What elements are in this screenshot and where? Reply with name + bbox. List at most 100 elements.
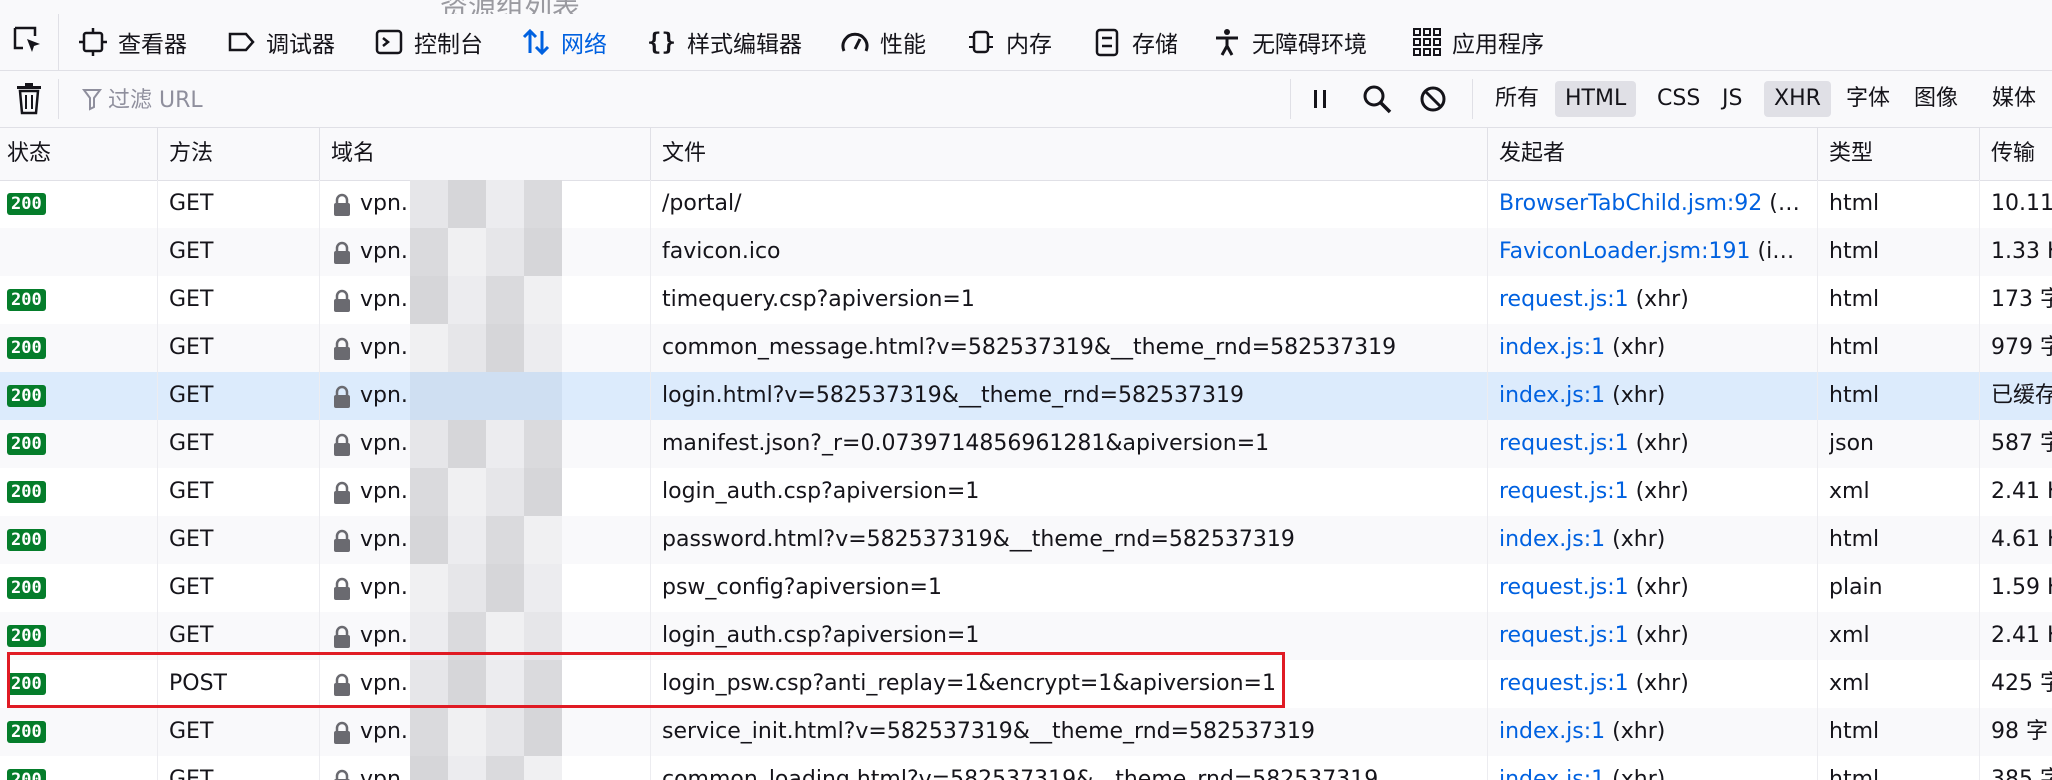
memory-icon bbox=[969, 30, 993, 54]
tab-label: 查看器 bbox=[118, 32, 187, 58]
tab-storage[interactable]: 存储 bbox=[1092, 14, 1178, 70]
devtools-tab-bar: 查看器 调试器 控制台 网络 {} 样式编辑器 性能 内存 存储 无障碍环境 应用程序 bbox=[0, 14, 2052, 71]
tab-console[interactable]: 控制台 bbox=[374, 14, 483, 70]
tab-network[interactable]: 网络 bbox=[521, 14, 607, 70]
redacted-domain bbox=[410, 180, 562, 228]
tab-debugger[interactable]: 调试器 bbox=[226, 14, 335, 70]
domain-cell: vpn. bbox=[360, 431, 408, 456]
initiator-cell: request.js:1 (xhr) bbox=[1499, 468, 1811, 516]
initiator-cause: (img) bbox=[1750, 239, 1811, 264]
initiator-link[interactable]: request.js:1 bbox=[1499, 479, 1629, 504]
table-row[interactable]: 200 GET vpn. psw_config?apiversion=1 request… bbox=[0, 564, 2052, 612]
filter-url-input[interactable] bbox=[106, 81, 1270, 119]
type-cell: html bbox=[1829, 719, 1880, 744]
initiator-link[interactable]: request.js:1 bbox=[1499, 623, 1629, 648]
type-filter-button[interactable]: JS bbox=[1712, 81, 1752, 117]
initiator-cell: request.js:1 (xhr) bbox=[1499, 612, 1811, 660]
initiator-cause: (do… bbox=[1769, 191, 1811, 216]
type-filter-button[interactable]: CSS bbox=[1647, 81, 1710, 117]
initiator-cause: (xhr) bbox=[1628, 287, 1689, 312]
tab-style-editor[interactable]: {} 样式编辑器 bbox=[647, 14, 802, 70]
method-cell: GET bbox=[169, 335, 214, 360]
table-row[interactable]: GET vpn. favicon.ico FaviconLoader.jsm:191 … bbox=[0, 228, 2052, 276]
file-cell: common_loading.html?v=582537319&__theme_… bbox=[662, 767, 1379, 780]
table-row[interactable]: 200 GET vpn. common_message.html?v=58253731… bbox=[0, 324, 2052, 372]
status-badge: 200 bbox=[7, 721, 46, 743]
initiator-link[interactable]: request.js:1 bbox=[1499, 431, 1629, 456]
search-icon[interactable] bbox=[1362, 84, 1392, 114]
initiator-link[interactable]: request.js:1 bbox=[1499, 575, 1629, 600]
table-row[interactable]: 200 GET vpn. login_auth.csp?apiversion=1 req… bbox=[0, 612, 2052, 660]
initiator-cause: (xhr) bbox=[1628, 575, 1689, 600]
block-requests-icon[interactable] bbox=[1419, 85, 1447, 113]
tab-application[interactable]: 应用程序 bbox=[1412, 14, 1544, 70]
transferred-cell: 979 字 bbox=[1991, 335, 2052, 360]
initiator-cell: index.js:1 (xhr) bbox=[1499, 324, 1811, 372]
type-filter-button[interactable]: HTML bbox=[1555, 81, 1637, 117]
clear-trash-icon[interactable] bbox=[16, 83, 42, 115]
transferred-cell: 10.11 bbox=[1991, 191, 2052, 216]
performance-icon bbox=[841, 32, 869, 52]
column-header-file[interactable]: 文件 bbox=[655, 128, 1482, 180]
domain-cell: vpn. bbox=[360, 671, 408, 696]
element-picker-button[interactable] bbox=[0, 14, 59, 70]
console-icon bbox=[375, 29, 403, 55]
redacted-domain bbox=[410, 276, 562, 324]
tab-performance[interactable]: 性能 bbox=[840, 14, 926, 70]
status-badge: 200 bbox=[7, 625, 46, 647]
type-cell: json bbox=[1829, 431, 1874, 456]
file-cell: /portal/ bbox=[662, 191, 742, 216]
initiator-link[interactable]: index.js:1 bbox=[1499, 719, 1605, 744]
column-header-method[interactable]: 方法 bbox=[162, 128, 319, 180]
table-row[interactable]: 200 GET vpn. password.html?v=582537319&__th… bbox=[0, 516, 2052, 564]
pause-icon[interactable] bbox=[1310, 87, 1330, 111]
initiator-link[interactable]: request.js:1 bbox=[1499, 671, 1629, 696]
file-cell: common_message.html?v=582537319&__theme_… bbox=[662, 335, 1397, 360]
method-cell: GET bbox=[169, 239, 214, 264]
lock-icon bbox=[334, 433, 350, 456]
initiator-link[interactable]: FaviconLoader.jsm:191 bbox=[1499, 239, 1751, 264]
initiator-link[interactable]: index.js:1 bbox=[1499, 383, 1605, 408]
initiator-link[interactable]: index.js:1 bbox=[1499, 767, 1605, 780]
table-row[interactable]: 200 GET vpn. timequery.csp?apiversion=1 requ… bbox=[0, 276, 2052, 324]
type-filter-button[interactable]: 图像 bbox=[1904, 81, 1968, 117]
column-header-status[interactable]: 状态 bbox=[0, 128, 157, 180]
table-row-highlighted[interactable]: 200 POST vpn. login_psw.csp?anti_replay=1&e… bbox=[0, 660, 2052, 708]
lock-icon bbox=[334, 769, 350, 780]
tab-accessibility[interactable]: 无障碍环境 bbox=[1212, 14, 1367, 70]
type-filter-button[interactable]: 字体 bbox=[1836, 81, 1900, 117]
redacted-domain bbox=[410, 516, 562, 564]
type-cell: xml bbox=[1829, 479, 1870, 504]
column-header-domain[interactable]: 域名 bbox=[324, 128, 651, 180]
type-cell: html bbox=[1829, 527, 1880, 552]
initiator-link[interactable]: request.js:1 bbox=[1499, 287, 1629, 312]
initiator-cell: index.js:1 (xhr) bbox=[1499, 756, 1811, 780]
status-badge: 200 bbox=[7, 337, 46, 359]
column-header-transferred[interactable]: 传输 bbox=[1984, 128, 2052, 180]
file-cell: manifest.json?_r=0.0739714856961281&apiv… bbox=[662, 431, 1270, 456]
initiator-link[interactable]: index.js:1 bbox=[1499, 335, 1605, 360]
type-filter-button[interactable]: 所有 bbox=[1485, 81, 1549, 117]
initiator-cell: request.js:1 (xhr) bbox=[1499, 564, 1811, 612]
debugger-icon bbox=[228, 32, 255, 52]
initiator-link[interactable]: index.js:1 bbox=[1499, 527, 1605, 552]
column-header-type[interactable]: 类型 bbox=[1822, 128, 1979, 180]
table-row[interactable]: 200 GET vpn. login.html?v=582537319&__theme… bbox=[0, 372, 2052, 420]
table-row[interactable]: 200 GET vpn. manifest.json?_r=0.07397148569… bbox=[0, 420, 2052, 468]
table-row[interactable]: 200 GET vpn. common_loading.html?v=58253731… bbox=[0, 756, 2052, 780]
table-row[interactable]: 200 GET vpn. login_auth.csp?apiversion=1 req… bbox=[0, 468, 2052, 516]
lock-icon bbox=[334, 529, 350, 552]
table-row[interactable]: 200 GET vpn. /portal/BrowserTabChild.jsm:92… bbox=[0, 180, 2052, 228]
domain-cell: vpn. bbox=[360, 335, 408, 360]
status-badge: 200 bbox=[7, 193, 46, 215]
initiator-cause: (xhr) bbox=[1628, 671, 1689, 696]
type-filter-button[interactable]: 媒体 bbox=[1982, 81, 2046, 117]
domain-cell: vpn. bbox=[360, 479, 408, 504]
tab-inspector[interactable]: 查看器 bbox=[78, 14, 187, 70]
initiator-link[interactable]: BrowserTabChild.jsm:92 bbox=[1499, 191, 1762, 216]
type-filter-button[interactable]: XHR bbox=[1764, 81, 1831, 117]
status-badge: 200 bbox=[7, 769, 46, 780]
column-header-initiator[interactable]: 发起者 bbox=[1492, 128, 1819, 180]
tab-memory[interactable]: 内存 bbox=[966, 14, 1052, 70]
table-row[interactable]: 200 GET vpn. service_init.html?v=582537319&… bbox=[0, 708, 2052, 756]
